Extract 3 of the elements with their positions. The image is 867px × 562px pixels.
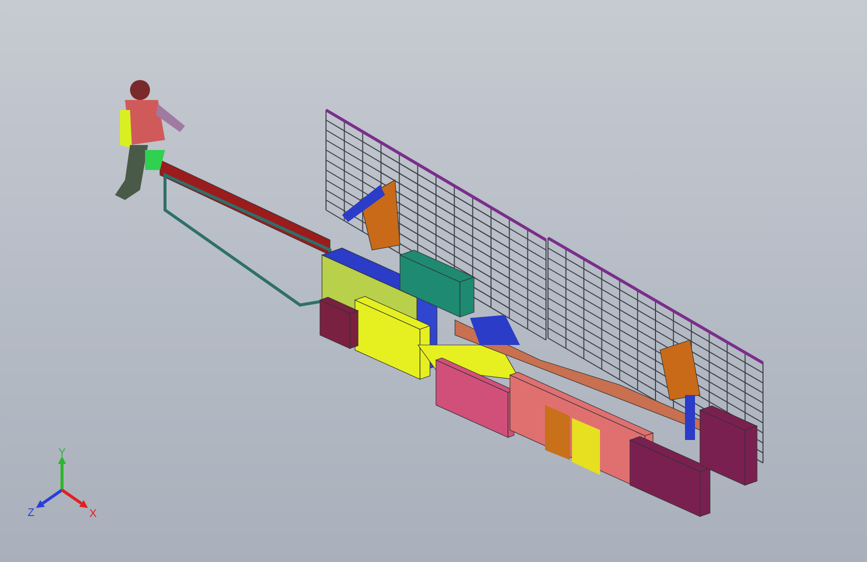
axis-label: Y: [58, 447, 66, 459]
axis-label: X: [89, 508, 97, 520]
axis-label: Z: [28, 507, 34, 519]
